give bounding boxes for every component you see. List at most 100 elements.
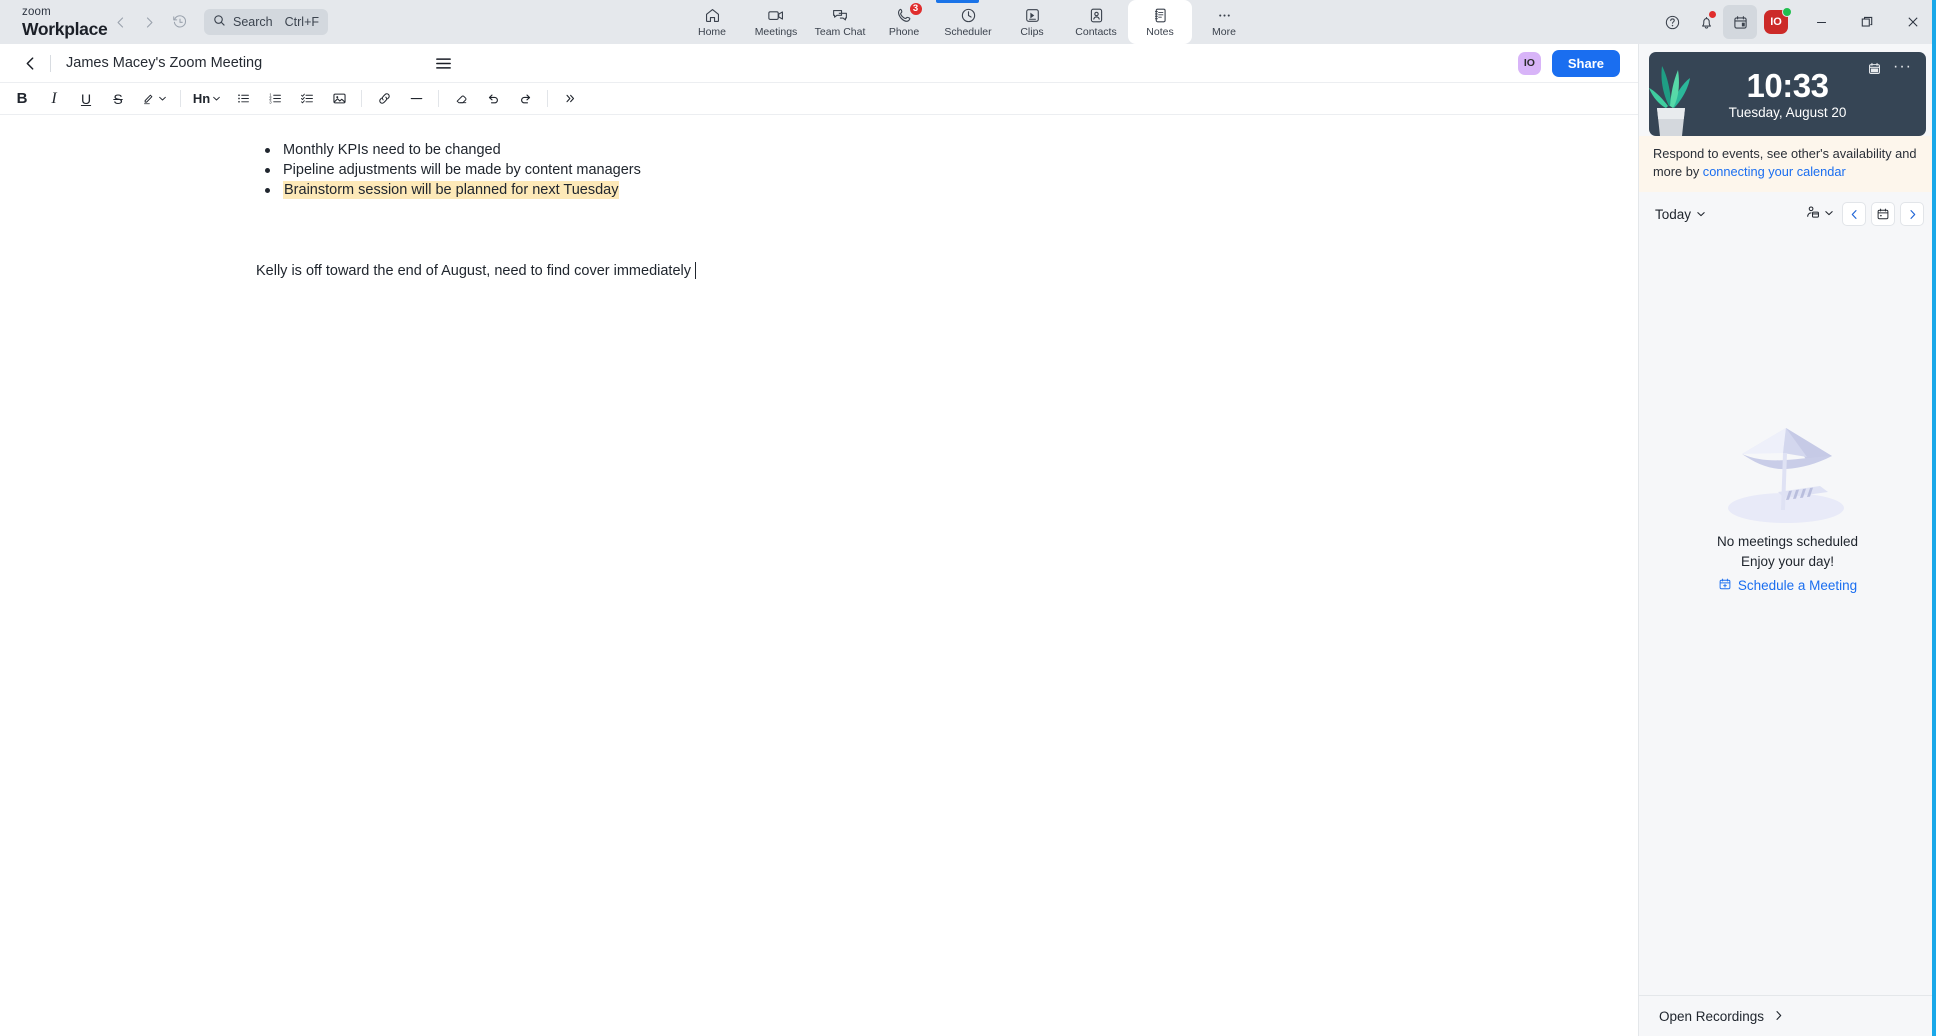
open-recordings-label: Open Recordings [1659, 1009, 1764, 1024]
open-recordings-button[interactable]: Open Recordings [1639, 995, 1936, 1036]
chevron-right-icon [1773, 1009, 1784, 1024]
avatar-initials: IO [1524, 57, 1535, 69]
numbered-list-button[interactable]: 123 [259, 84, 291, 114]
avatar[interactable]: IO [1518, 52, 1541, 75]
avatar[interactable]: IO [1764, 10, 1788, 34]
tab-clips[interactable]: Clips [1000, 0, 1064, 44]
text-cursor [695, 262, 696, 279]
bullet-list-button[interactable] [227, 84, 259, 114]
redo-button[interactable] [509, 84, 541, 114]
connect-calendar-link[interactable]: connecting your calendar [1703, 164, 1846, 179]
chevron-left-icon[interactable] [18, 51, 42, 75]
list-item[interactable]: Monthly KPIs need to be changed [283, 141, 1638, 161]
list-item[interactable]: Brainstorm session will be planned for n… [283, 181, 1638, 201]
clock-date: Tuesday, August 20 [1729, 105, 1847, 120]
note-header: James Macey's Zoom Meeting IO Share [0, 44, 1638, 82]
calendar-toolbar: Today [1639, 192, 1936, 236]
previous-day-button[interactable] [1842, 202, 1866, 226]
eraser-button[interactable] [445, 84, 477, 114]
hamburger-menu-icon[interactable] [430, 50, 456, 76]
clock-card: ··· 10:33 Tuesday, August 20 [1649, 52, 1926, 136]
main-tab-bar: Home Meetings Team Chat 3 Phone [680, 0, 1256, 44]
bold-button[interactable]: B [6, 84, 38, 114]
tab-team-chat[interactable]: Team Chat [808, 0, 872, 44]
link-button[interactable] [368, 84, 400, 114]
schedule-meeting-link[interactable]: Schedule a Meeting [1718, 577, 1857, 594]
chevron-down-icon [1824, 205, 1834, 223]
heading-label: Hn [193, 91, 210, 106]
schedule-meeting-label: Schedule a Meeting [1738, 578, 1857, 593]
close-icon[interactable] [1890, 0, 1936, 44]
brand-workplace: Workplace [22, 19, 110, 39]
history-clock-icon[interactable] [172, 14, 188, 30]
tab-label: Notes [1146, 26, 1173, 38]
notes-main-area: James Macey's Zoom Meeting IO Share B I … [0, 44, 1638, 1036]
tab-phone[interactable]: 3 Phone [872, 0, 936, 44]
calendar-icon[interactable] [1723, 5, 1757, 39]
tab-notes[interactable]: Notes [1128, 0, 1192, 44]
tab-home[interactable]: Home [680, 0, 744, 44]
search-shortcut: Ctrl+F [285, 15, 319, 29]
search-icon [213, 14, 226, 30]
tab-more[interactable]: More [1192, 0, 1256, 44]
undo-button[interactable] [477, 84, 509, 114]
chevron-right-icon[interactable] [143, 16, 156, 29]
formatting-toolbar: B I U S Hn 123 [0, 82, 1638, 115]
bell-icon[interactable] [1689, 5, 1723, 39]
bullet-dot [265, 188, 270, 193]
page-title: James Macey's Zoom Meeting [66, 55, 262, 71]
clock-time: 10:33 [1729, 68, 1847, 104]
today-label: Today [1655, 207, 1691, 222]
calendar-icon[interactable] [1867, 61, 1882, 81]
checklist-button[interactable] [291, 84, 323, 114]
divider-button[interactable] [400, 84, 432, 114]
video-camera-icon [767, 7, 786, 24]
chevron-left-icon[interactable] [114, 16, 127, 29]
help-question-icon[interactable] [1655, 5, 1689, 39]
next-day-button[interactable] [1900, 202, 1924, 226]
list-item-text-highlighted: Brainstorm session will be planned for n… [283, 181, 619, 199]
chat-bubbles-icon [831, 7, 849, 24]
empty-state-line1: No meetings scheduled [1717, 532, 1858, 552]
ellipsis-icon[interactable]: ··· [1893, 60, 1912, 74]
calendar-plus-icon [1718, 577, 1732, 594]
search-input[interactable]: Search Ctrl+F [204, 9, 328, 35]
person-card-icon [1088, 7, 1105, 24]
today-dropdown[interactable]: Today [1655, 207, 1706, 222]
underline-button[interactable]: U [70, 84, 102, 114]
list-item[interactable]: Pipeline adjustments will be made by con… [283, 161, 1638, 181]
more-tools-button[interactable] [554, 84, 586, 114]
tab-scheduler[interactable]: Scheduler [936, 0, 1000, 44]
note-paragraph[interactable]: Kelly is off toward the end of August, n… [256, 262, 1638, 279]
minimize-icon[interactable] [1798, 0, 1844, 44]
bullet-list: Monthly KPIs need to be changed Pipeline… [283, 141, 1638, 201]
strikethrough-button[interactable]: S [102, 84, 134, 114]
window-system-controls: IO [1655, 0, 1936, 44]
note-document: Monthly KPIs need to be changed Pipeline… [0, 141, 1638, 279]
person-calendar-button[interactable] [1802, 201, 1837, 228]
bullet-dot [265, 168, 270, 173]
tab-meetings[interactable]: Meetings [744, 0, 808, 44]
heading-button[interactable]: Hn [187, 84, 227, 114]
list-item-text: Monthly KPIs need to be changed [283, 142, 501, 158]
highlighter-button[interactable] [134, 84, 174, 114]
chevron-down-icon [1696, 207, 1706, 222]
window-edge-accent [1932, 0, 1936, 1036]
bullet-dot [265, 148, 270, 153]
tab-contacts[interactable]: Contacts [1064, 0, 1128, 44]
clock-icon [960, 7, 977, 24]
image-button[interactable] [323, 84, 355, 114]
share-button[interactable]: Share [1552, 50, 1620, 77]
note-editor[interactable]: Monthly KPIs need to be changed Pipeline… [0, 115, 1638, 1036]
paragraph-text: Kelly is off toward the end of August, n… [256, 263, 691, 279]
connect-calendar-notice: Respond to events, see other's availabil… [1639, 136, 1936, 192]
italic-button[interactable]: I [38, 84, 70, 114]
phone-badge: 3 [909, 2, 923, 16]
note-header-actions: IO Share [1518, 50, 1620, 77]
calendar-date-button[interactable] [1871, 202, 1895, 226]
restore-window-icon[interactable] [1844, 0, 1890, 44]
app-body: James Macey's Zoom Meeting IO Share B I … [0, 44, 1936, 1036]
tab-label: Meetings [755, 26, 798, 38]
clips-play-icon [1024, 7, 1041, 24]
svg-text:3: 3 [269, 99, 272, 104]
